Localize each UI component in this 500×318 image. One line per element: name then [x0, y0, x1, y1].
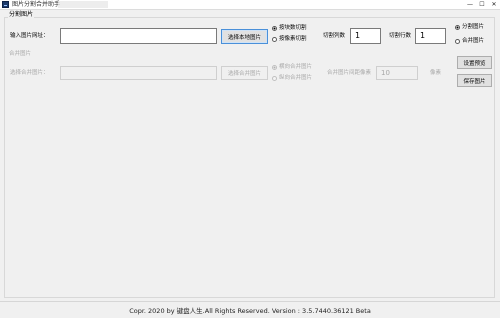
- split-groupbox: [4, 17, 495, 298]
- mode-by-blocks-radio[interactable]: 按块数切割: [272, 24, 307, 32]
- radio-indicator: [455, 24, 460, 30]
- merge-vertical-radio[interactable]: 纵向合并图片: [272, 74, 312, 82]
- mode-split-label: 分割图片: [462, 24, 485, 30]
- app-icon: [2, 1, 9, 8]
- mode-merge-radio[interactable]: 合并图片: [455, 37, 484, 45]
- radio-indicator: [272, 64, 277, 70]
- mode-merge-label: 合并图片: [462, 38, 485, 44]
- merge-image-input[interactable]: [60, 66, 217, 80]
- cols-label: 切割行数: [389, 33, 412, 39]
- select-local-image-button[interactable]: 选择本地图片: [221, 29, 268, 44]
- title-bar-shadow: [58, 1, 108, 8]
- rows-label: 切割列数: [323, 33, 346, 39]
- status-bar: Copr. 2020 by 键盘人生.All Rights Reserved. …: [0, 301, 500, 318]
- window-controls: — ☐ ✕: [464, 0, 500, 9]
- radio-indicator: [272, 25, 277, 31]
- settings-preview-button[interactable]: 设置预览: [457, 56, 492, 69]
- merge-vertical-label: 纵向合并图片: [279, 75, 313, 81]
- mode-by-pixels-radio[interactable]: 按像素切割: [272, 35, 307, 43]
- save-image-button[interactable]: 保存图片: [457, 74, 492, 87]
- merge-spacing-input[interactable]: 10: [376, 66, 418, 80]
- select-merge-image-button[interactable]: 选择合并图片: [221, 66, 268, 80]
- input-url-label: 输入图片网址：: [10, 33, 49, 39]
- merge-horizontal-label: 横向合并图片: [279, 64, 313, 70]
- status-text: Copr. 2020 by 键盘人生.All Rights Reserved. …: [129, 307, 371, 315]
- split-group-title: 分割图片: [8, 11, 35, 19]
- window-title: 图片分割合并助手: [12, 1, 61, 8]
- merge-unit-label: 像素: [430, 70, 442, 76]
- merge-input-label: 选择合并图片：: [10, 70, 49, 76]
- image-url-input[interactable]: [60, 28, 217, 44]
- mode-by-pixels-label: 按像素切割: [279, 36, 307, 42]
- mode-by-blocks-label: 按块数切割: [279, 25, 307, 31]
- radio-indicator: [272, 75, 277, 81]
- maximize-icon[interactable]: ☐: [476, 0, 488, 9]
- cols-input[interactable]: 1: [415, 28, 446, 44]
- radio-indicator: [272, 36, 277, 42]
- rows-input[interactable]: 1: [350, 28, 381, 44]
- merge-spacing-label: 合并图片间距像素: [327, 70, 372, 76]
- merge-section-title: 合并图片: [9, 51, 32, 57]
- close-icon[interactable]: ✕: [488, 0, 500, 9]
- minimize-icon[interactable]: —: [464, 0, 476, 9]
- merge-horizontal-radio[interactable]: 横向合并图片: [272, 63, 312, 71]
- radio-indicator: [455, 38, 460, 44]
- mode-split-radio[interactable]: 分割图片: [455, 23, 484, 31]
